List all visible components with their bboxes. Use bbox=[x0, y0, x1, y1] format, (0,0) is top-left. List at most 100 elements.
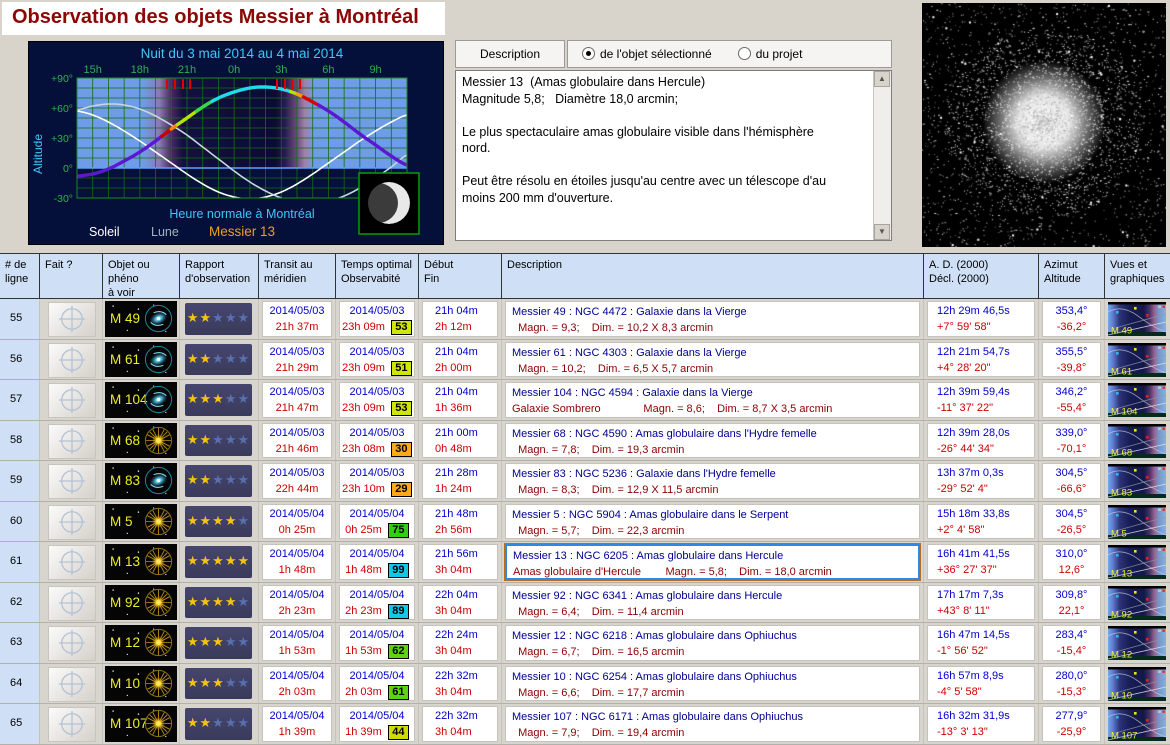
rating-cell[interactable]: ★★★★★ bbox=[180, 664, 259, 704]
description-cell[interactable]: Messier 12 : NGC 6218 : Amas globulaire … bbox=[502, 623, 924, 663]
done-toggle-button[interactable] bbox=[48, 343, 96, 378]
object-cell[interactable]: M 61 bbox=[103, 340, 180, 380]
description-cell[interactable]: Messier 83 : NGC 5236 : Galaxie dans l'H… bbox=[502, 461, 924, 501]
azimut-altitude-cell: 304,5°-66,6° bbox=[1039, 461, 1105, 501]
table-row[interactable]: 58 M 68 bbox=[0, 421, 1170, 462]
score-badge: 29 bbox=[391, 482, 412, 497]
rating-cell[interactable]: ★★★★★ bbox=[180, 340, 259, 380]
table-row[interactable]: 60 M 5 bbox=[0, 502, 1170, 543]
done-toggle-button[interactable] bbox=[48, 464, 96, 499]
rating-cell[interactable]: ★★★★★ bbox=[180, 704, 259, 744]
radio-project[interactable] bbox=[738, 47, 751, 60]
object-cell[interactable]: M 12 bbox=[103, 623, 180, 663]
description-mode-radios: de l'objet sélectionné du projet bbox=[567, 40, 892, 68]
done-toggle-button[interactable] bbox=[48, 505, 96, 540]
object-cell[interactable]: M 104 bbox=[103, 380, 180, 420]
table-row[interactable]: 59 M 83 bbox=[0, 461, 1170, 502]
table-row[interactable]: 55 M 49 bbox=[0, 299, 1170, 340]
table-row[interactable]: 57 M 104 bbox=[0, 380, 1170, 421]
thumbnail-object-label: M 13 bbox=[1111, 569, 1132, 580]
description-cell[interactable]: Messier 10 : NGC 6254 : Amas globulaire … bbox=[502, 664, 924, 704]
view-graph-thumbnail[interactable]: M 12 bbox=[1108, 626, 1166, 660]
done-toggle-button[interactable] bbox=[48, 424, 96, 459]
description-cell[interactable]: Messier 104 : NGC 4594 : Galaxie dans la… bbox=[502, 380, 924, 420]
table-row[interactable]: 65 M 107 bbox=[0, 704, 1170, 745]
globular-cluster-icon bbox=[142, 505, 175, 538]
rating-cell[interactable]: ★★★★★ bbox=[180, 461, 259, 501]
object-cell[interactable]: M 49 bbox=[103, 299, 180, 339]
transit-cell: 2014/05/042h 03m bbox=[259, 664, 336, 704]
description-scrollbar[interactable]: ▲ ▼ bbox=[873, 71, 891, 240]
table-row[interactable]: 63 M 12 bbox=[0, 623, 1170, 664]
star-icon: ★ bbox=[187, 513, 200, 528]
done-cell bbox=[40, 380, 103, 420]
legend-object: Messier 13 bbox=[209, 224, 275, 239]
view-graph-thumbnail[interactable]: M 10 bbox=[1108, 667, 1166, 701]
view-graph-thumbnail[interactable]: M 107 bbox=[1108, 707, 1166, 741]
rating-cell[interactable]: ★★★★★ bbox=[180, 623, 259, 663]
thumbnail-object-label: M 83 bbox=[1111, 488, 1132, 499]
table-row[interactable]: 62 M 92 bbox=[0, 583, 1170, 624]
description-cell[interactable]: Messier 49 : NGC 4472 : Galaxie dans la … bbox=[502, 299, 924, 339]
description-text: Messier 13 (Amas globulaire dans Hercule… bbox=[456, 71, 874, 240]
object-cell[interactable]: M 5 bbox=[103, 502, 180, 542]
star-icon: ★ bbox=[225, 594, 238, 609]
header-coordinates: A. D. (2000)Décl. (2000) bbox=[924, 254, 1039, 298]
table-row[interactable]: 64 M 10 bbox=[0, 664, 1170, 705]
rating-cell[interactable]: ★★★★★ bbox=[180, 583, 259, 623]
done-toggle-button[interactable] bbox=[48, 302, 96, 337]
done-toggle-button[interactable] bbox=[48, 586, 96, 621]
scroll-down-button[interactable]: ▼ bbox=[874, 224, 890, 240]
view-graph-thumbnail[interactable]: M 104 bbox=[1108, 383, 1166, 417]
scroll-up-button[interactable]: ▲ bbox=[874, 71, 890, 87]
rating-cell[interactable]: ★★★★★ bbox=[180, 380, 259, 420]
description-cell[interactable]: Messier 107 : NGC 6171 : Amas globulaire… bbox=[502, 704, 924, 744]
table-row[interactable]: 56 M 61 bbox=[0, 340, 1170, 381]
done-toggle-button[interactable] bbox=[48, 626, 96, 661]
star-icon: ★ bbox=[212, 351, 225, 366]
view-graph-thumbnail[interactable]: M 13 bbox=[1108, 545, 1166, 579]
radio-project-option[interactable]: du projet bbox=[738, 45, 803, 63]
radio-selected-object[interactable] bbox=[582, 47, 595, 60]
view-graph-thumbnail[interactable]: M 49 bbox=[1108, 302, 1166, 336]
rating-cell[interactable]: ★★★★★ bbox=[180, 421, 259, 461]
coordinates-cell: 16h 41m 41,5s+36° 27' 37" bbox=[924, 542, 1039, 582]
object-thumbnail: M 13 bbox=[105, 544, 177, 580]
object-cell[interactable]: M 92 bbox=[103, 583, 180, 623]
rating-cell[interactable]: ★★★★★ bbox=[180, 299, 259, 339]
view-graph-thumbnail[interactable]: M 92 bbox=[1108, 586, 1166, 620]
description-cell[interactable]: Messier 61 : NGC 4303 : Galaxie dans la … bbox=[502, 340, 924, 380]
star-icon: ★ bbox=[237, 472, 250, 487]
rating-cell[interactable]: ★★★★★ bbox=[180, 542, 259, 582]
star-icon: ★ bbox=[187, 675, 200, 690]
description-cell[interactable]: Messier 5 : NGC 5904 : Amas globulaire d… bbox=[502, 502, 924, 542]
debut-fin-cell: 21h 00m0h 48m bbox=[419, 421, 502, 461]
description-cell[interactable]: Messier 68 : NGC 4590 : Amas globulaire … bbox=[502, 421, 924, 461]
azimut-altitude-cell: 339,0°-70,1° bbox=[1039, 421, 1105, 461]
description-textbox[interactable]: Messier 13 (Amas globulaire dans Hercule… bbox=[455, 70, 892, 241]
star-icon: ★ bbox=[225, 310, 238, 325]
object-cell[interactable]: M 83 bbox=[103, 461, 180, 501]
done-toggle-button[interactable] bbox=[48, 545, 96, 580]
view-graph-thumbnail[interactable]: M 68 bbox=[1108, 424, 1166, 458]
svg-text:+90°: +90° bbox=[51, 73, 73, 85]
view-graph-thumbnail[interactable]: M 5 bbox=[1108, 505, 1166, 539]
description-cell[interactable]: Messier 13 : NGC 6205 : Amas globulaire … bbox=[502, 542, 924, 582]
view-graph-thumbnail[interactable]: M 61 bbox=[1108, 343, 1166, 377]
radio-object-option[interactable]: de l'objet sélectionné bbox=[582, 45, 712, 63]
object-cell[interactable]: M 68 bbox=[103, 421, 180, 461]
description-cell[interactable]: Messier 92 : NGC 6341 : Amas globulaire … bbox=[502, 583, 924, 623]
done-toggle-button[interactable] bbox=[48, 383, 96, 418]
object-cell[interactable]: M 107 bbox=[103, 704, 180, 744]
object-cell[interactable]: M 13 bbox=[103, 542, 180, 582]
debut-fin-cell: 21h 04m2h 00m bbox=[419, 340, 502, 380]
done-toggle-button[interactable] bbox=[48, 707, 96, 742]
rating-cell[interactable]: ★★★★★ bbox=[180, 502, 259, 542]
done-toggle-button[interactable] bbox=[48, 667, 96, 702]
object-thumbnail: M 104 bbox=[105, 382, 177, 418]
view-graph-thumbnail[interactable]: M 83 bbox=[1108, 464, 1166, 498]
header-azimut: AzimutAltitude bbox=[1039, 254, 1105, 298]
object-cell[interactable]: M 10 bbox=[103, 664, 180, 704]
azimut-altitude-cell: 353,4°-36,2° bbox=[1039, 299, 1105, 339]
table-row[interactable]: 61 M 13 bbox=[0, 542, 1170, 583]
